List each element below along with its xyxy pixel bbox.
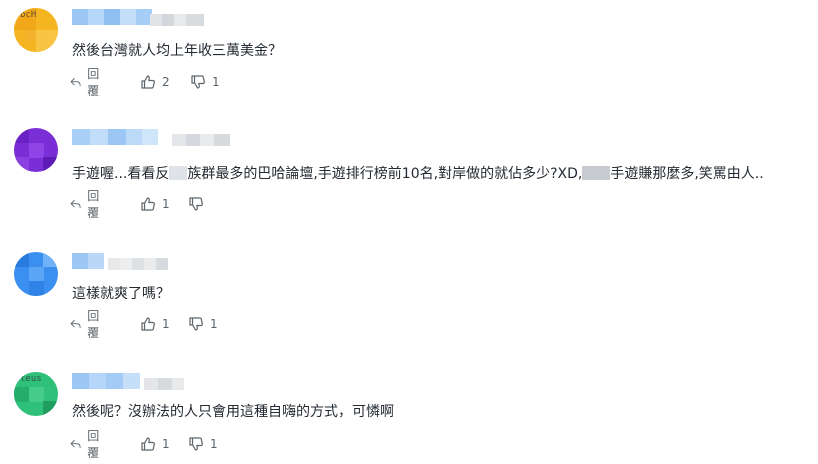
timestamp-redacted (108, 258, 168, 270)
reply-icon (70, 320, 81, 328)
avatar-initials: bcH (20, 10, 37, 20)
thumbs-down-icon (189, 197, 203, 211)
avatar[interactable]: teus (14, 372, 58, 416)
thumbs-up-icon (141, 197, 155, 211)
dislike-count: 1 (210, 317, 218, 331)
username-redacted[interactable] (72, 253, 104, 269)
reply-button[interactable]: 回覆 (70, 189, 104, 220)
reply-icon (70, 200, 81, 208)
timestamp-redacted (144, 378, 184, 390)
dislike-button[interactable] (188, 194, 210, 214)
username-redacted[interactable] (72, 129, 158, 145)
comment-item: teus 然後呢？沒辦法的人只會用這種自嗨的方式，可憐啊 回覆 1 1 (0, 372, 818, 464)
like-count: 2 (162, 75, 170, 89)
thumbs-up-icon (141, 437, 155, 451)
reply-icon (70, 78, 81, 86)
comment-text-part: 手遊喔...看看反 (72, 166, 170, 182)
comment-text: 然後呢？沒辦法的人只會用這種自嗨的方式，可憐啊 (72, 404, 394, 420)
reply-button[interactable]: 回覆 (70, 429, 104, 460)
username-redacted[interactable] (72, 373, 140, 389)
avatar[interactable] (14, 252, 58, 296)
timestamp-redacted (172, 134, 230, 146)
username-redacted[interactable] (72, 9, 152, 25)
like-button[interactable]: 2 (140, 72, 170, 92)
comment-text-part: 族群最多的巴哈論壇,手遊排行榜前10名,對岸做的就佔多少?XD, (187, 166, 583, 182)
redacted-word (169, 166, 188, 180)
dislike-count: 1 (212, 75, 220, 89)
comment-item: bcH 然後台灣就人均上年收三萬美金？ 回覆 2 1 (0, 8, 818, 118)
like-button[interactable]: 1 (140, 314, 170, 334)
thumbs-down-icon (191, 75, 205, 89)
reply-button[interactable]: 回覆 (70, 67, 104, 98)
reply-label: 回覆 (87, 429, 100, 460)
avatar[interactable]: bcH (14, 8, 58, 52)
reply-icon (70, 440, 81, 448)
like-button[interactable]: 1 (140, 434, 170, 454)
like-count: 1 (162, 197, 170, 211)
thumbs-up-icon (141, 75, 155, 89)
timestamp-redacted (150, 14, 204, 26)
thumbs-down-icon (189, 317, 203, 331)
dislike-button[interactable]: 1 (190, 72, 220, 92)
comment-text: 然後台灣就人均上年收三萬美金？ (72, 43, 282, 59)
like-count: 1 (162, 437, 170, 451)
comment-text-part: 手遊賺那麼多,笑罵由人.. (610, 166, 764, 182)
comment-item: 這樣就爽了嗎？ 回覆 1 1 (0, 252, 818, 362)
comment-text: 這樣就爽了嗎？ (72, 286, 170, 302)
dislike-count: 1 (210, 437, 218, 451)
like-button[interactable]: 1 (140, 194, 170, 214)
comment-text: 手遊喔...看看反 族群最多的巴哈論壇,手遊排行榜前10名,對岸做的就佔多少?XD… (72, 164, 764, 184)
thumbs-down-icon (189, 437, 203, 451)
reply-label: 回覆 (87, 67, 100, 98)
reply-button[interactable]: 回覆 (70, 309, 104, 340)
comment-item: 手遊喔...看看反 族群最多的巴哈論壇,手遊排行榜前10名,對岸做的就佔多少?XD… (0, 128, 818, 238)
like-count: 1 (162, 317, 170, 331)
dislike-button[interactable]: 1 (188, 314, 218, 334)
reply-label: 回覆 (87, 189, 100, 220)
reply-label: 回覆 (87, 309, 100, 340)
redacted-word (582, 166, 611, 180)
thumbs-up-icon (141, 317, 155, 331)
avatar[interactable] (14, 128, 58, 172)
avatar-initials: teus (20, 374, 42, 384)
dislike-button[interactable]: 1 (188, 434, 218, 454)
